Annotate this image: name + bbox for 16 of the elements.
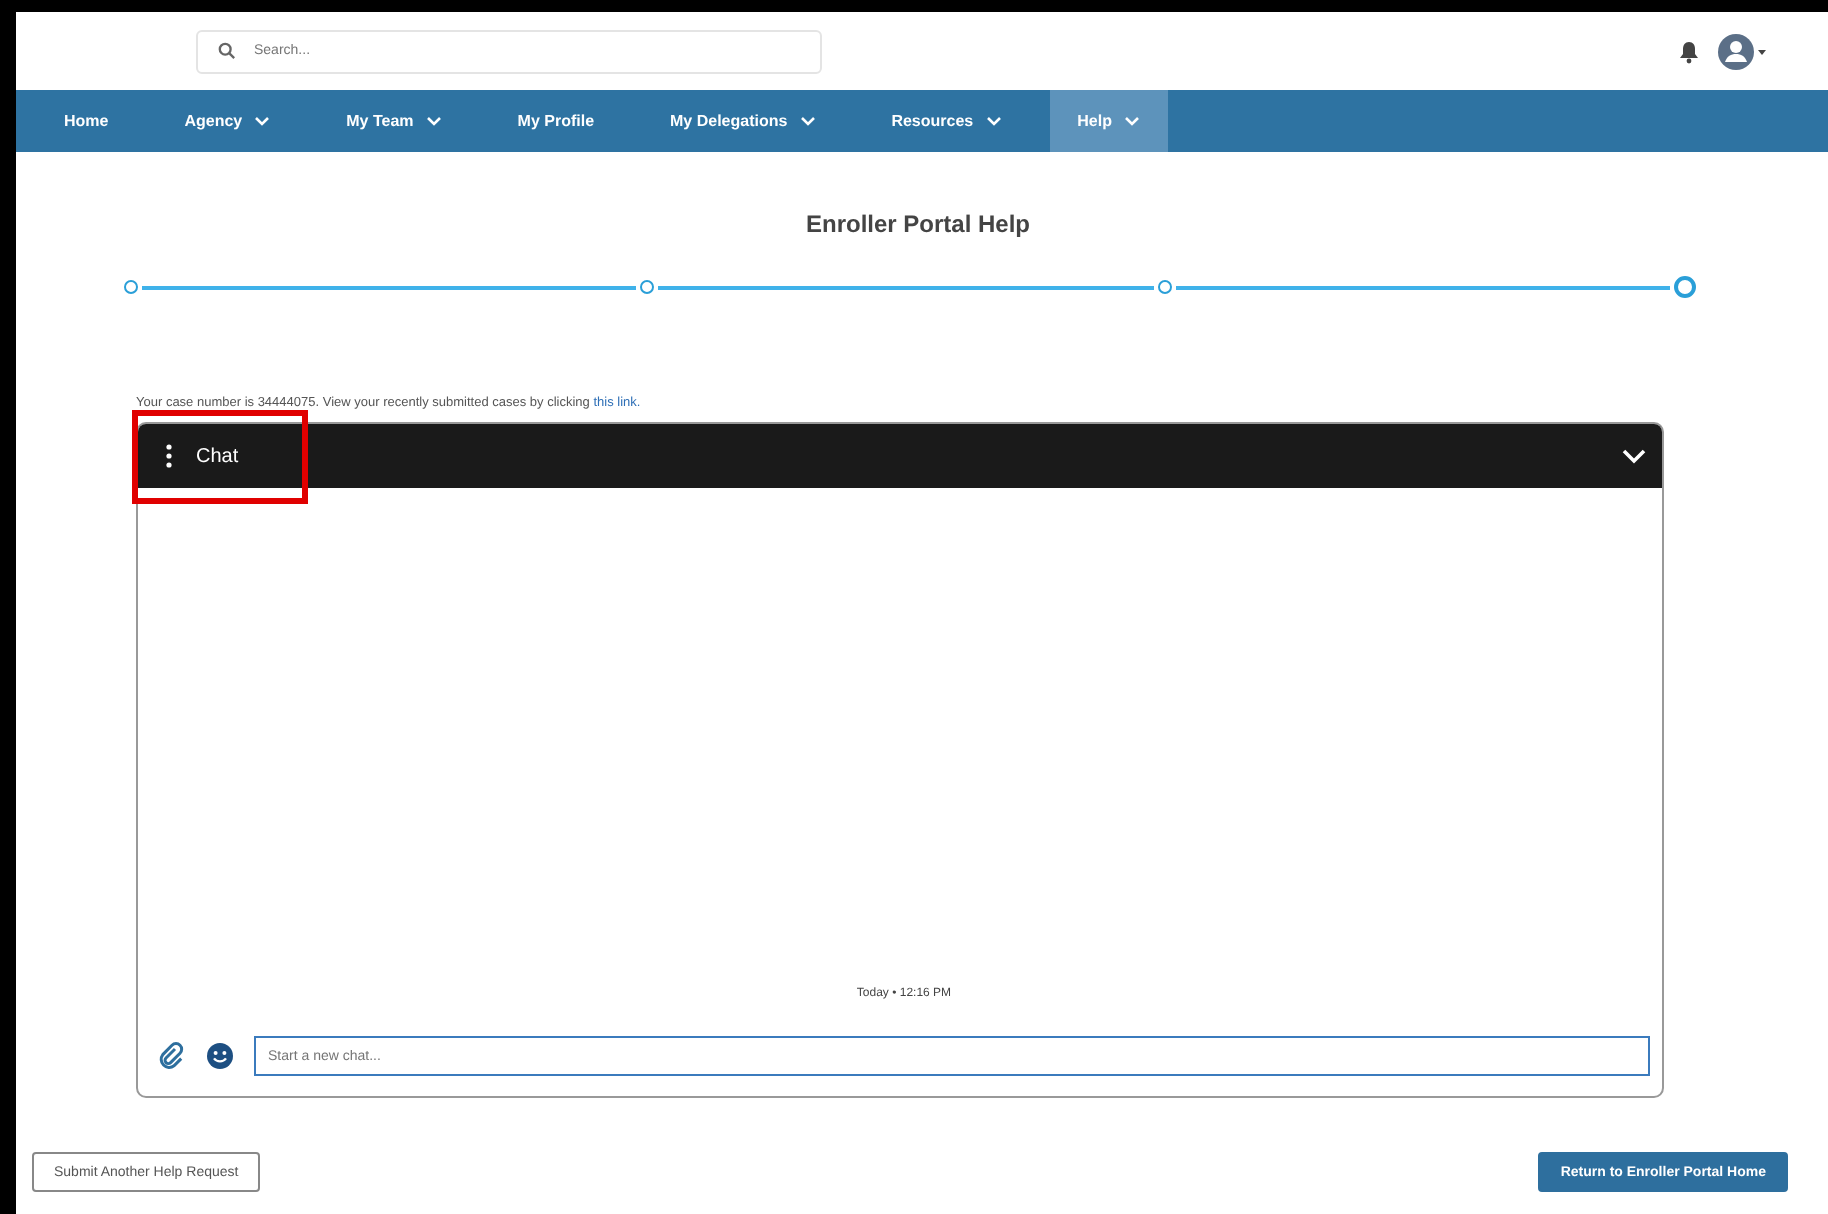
- page-title: Enroller Portal Help: [803, 210, 1033, 238]
- nav-tab[interactable]: My Delegations: [642, 90, 844, 152]
- more-icon[interactable]: [166, 444, 172, 468]
- nav-tab[interactable]: My Team: [318, 90, 470, 152]
- nav-tab[interactable]: Help: [1049, 90, 1168, 152]
- nav-tab[interactable]: Home: [36, 90, 137, 152]
- collapse-icon[interactable]: [1622, 448, 1646, 464]
- paperclip-icon[interactable]: [158, 1042, 186, 1070]
- nav-tab[interactable]: My Profile: [489, 90, 623, 152]
- avatar-icon[interactable]: [1716, 31, 1768, 71]
- chat-title: Chat: [196, 445, 239, 467]
- search-icon: [218, 42, 236, 60]
- bell-icon[interactable]: [1678, 39, 1700, 63]
- nav-tab[interactable]: Agency: [156, 90, 299, 152]
- nav-tab[interactable]: Resources: [863, 90, 1030, 152]
- smiley-icon[interactable]: [206, 1042, 234, 1070]
